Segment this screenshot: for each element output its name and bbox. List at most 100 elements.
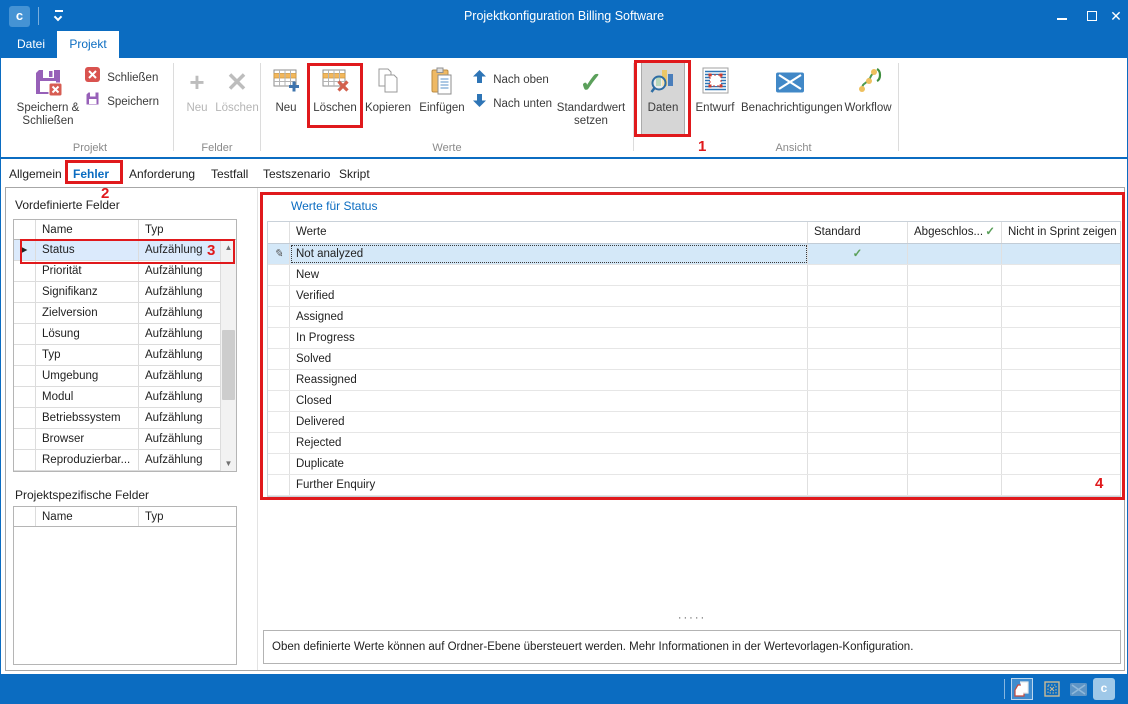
- value-row[interactable]: Reassigned: [268, 370, 1120, 391]
- tab-skript[interactable]: Skript: [339, 164, 370, 184]
- value-row[interactable]: Rejected: [268, 433, 1120, 454]
- kopieren-button[interactable]: Kopieren: [361, 63, 415, 115]
- column-header-standard[interactable]: Standard: [808, 222, 908, 243]
- table-add-icon: [267, 67, 305, 101]
- horizontal-splitter-handle[interactable]: ·····: [263, 612, 1121, 624]
- close-button[interactable]: ✕: [1103, 5, 1128, 27]
- statusbar-separator: [1004, 679, 1005, 699]
- group-label-werte: Werte: [263, 142, 631, 154]
- column-header-sprint[interactable]: Nicht in Sprint zeigen: [1002, 222, 1120, 243]
- column-header-werte[interactable]: Werte: [290, 222, 808, 243]
- felder-loeschen-button[interactable]: ✕ Löschen: [215, 63, 259, 115]
- daten-button[interactable]: Daten: [641, 62, 685, 135]
- table-delete-icon: [311, 67, 359, 101]
- tab-testfall[interactable]: Testfall: [211, 164, 248, 184]
- value-row[interactable]: New: [268, 265, 1120, 286]
- tab-testszenario[interactable]: Testszenario: [263, 164, 330, 184]
- group-separator: [633, 63, 634, 151]
- maximize-button[interactable]: [1079, 5, 1105, 27]
- document-tabs: Allgemein Fehler Anforderung Testfall Te…: [1, 159, 1127, 187]
- close-red-icon: [85, 67, 100, 89]
- values-note: Oben definierte Werte können auf Ordner-…: [263, 630, 1121, 664]
- app-logo-icon[interactable]: c: [1093, 678, 1115, 700]
- title-bar: c Projektkonfiguration Billing Software …: [1, 1, 1127, 31]
- standardwert-setzen-button[interactable]: ✓ Standardwert setzen: [553, 63, 629, 128]
- benachrichtigungen-button[interactable]: Benachrichtigungen: [741, 63, 839, 115]
- einfuegen-button[interactable]: Einfügen: [418, 63, 466, 115]
- tab-anforderung[interactable]: Anforderung: [129, 164, 195, 184]
- value-row[interactable]: Duplicate: [268, 454, 1120, 475]
- tab-allgemein[interactable]: Allgemein: [9, 164, 62, 184]
- copy-pages-icon[interactable]: [1011, 678, 1033, 700]
- form-view-icon[interactable]: [1041, 678, 1063, 700]
- tab-datei[interactable]: Datei: [9, 31, 53, 58]
- scroll-up-icon[interactable]: ▲: [221, 240, 236, 255]
- vertical-scrollbar[interactable]: ▲ ▼: [220, 240, 236, 471]
- group-separator: [898, 63, 899, 151]
- tab-projekt[interactable]: Projekt: [57, 31, 119, 58]
- value-row[interactable]: Solved: [268, 349, 1120, 370]
- scrollbar-thumb[interactable]: [222, 330, 235, 400]
- column-header-abgeschlossen[interactable]: Abgeschlos... ✓: [908, 222, 1002, 243]
- speichern-schliessen-button[interactable]: Speichern & Schließen: [13, 63, 83, 128]
- werte-neu-button[interactable]: Neu: [267, 63, 305, 115]
- project-specific-fields-title: Projektspezifische Felder: [15, 488, 149, 502]
- value-row[interactable]: Further Enquiry: [268, 475, 1120, 496]
- ribbon: Speichern & Schließen Schließen Speicher…: [1, 58, 1127, 157]
- speichern-button[interactable]: Speichern: [85, 91, 159, 111]
- schliessen-button[interactable]: Schließen: [85, 67, 158, 87]
- check-icon: ✓: [985, 222, 995, 243]
- table-header: Name Typ: [14, 220, 236, 240]
- values-table: Werte Standard Abgeschlos... ✓ Nicht in …: [267, 221, 1121, 497]
- column-header-typ[interactable]: Typ: [139, 507, 236, 526]
- value-row[interactable]: Verified: [268, 286, 1120, 307]
- arrow-up-icon: [473, 70, 486, 90]
- felder-neu-button[interactable]: + Neu: [179, 63, 215, 115]
- paste-icon: [418, 67, 466, 101]
- value-row[interactable]: Delivered: [268, 412, 1120, 433]
- scroll-down-icon[interactable]: ▼: [221, 456, 236, 471]
- entwurf-button[interactable]: Entwurf: [691, 63, 739, 115]
- column-header-name[interactable]: Name: [36, 220, 139, 239]
- predefined-fields-title: Vordefinierte Felder: [15, 198, 120, 212]
- values-for-status-title: Werte für Status: [291, 199, 377, 213]
- table-row[interactable]: ZielversionAufzählung: [14, 303, 236, 324]
- table-row[interactable]: PrioritätAufzählung: [14, 261, 236, 282]
- table-row[interactable]: UmgebungAufzählung: [14, 366, 236, 387]
- mail-icon[interactable]: [1067, 678, 1089, 700]
- value-row[interactable]: Assigned: [268, 307, 1120, 328]
- table-header: Name Typ: [14, 507, 236, 527]
- workflow-button[interactable]: Workflow: [841, 63, 895, 115]
- save-icon: [85, 91, 100, 113]
- table-row[interactable]: SignifikanzAufzählung: [14, 282, 236, 303]
- predefined-fields-table: Name Typ ▸ Status Aufzählung PrioritätAu…: [13, 219, 237, 472]
- project-specific-fields-table: Name Typ: [13, 506, 237, 665]
- cross-icon: ✕: [215, 67, 259, 101]
- group-label-ansicht: Ansicht: [691, 142, 896, 154]
- nach-unten-button[interactable]: Nach unten: [473, 94, 552, 114]
- nach-oben-button[interactable]: Nach oben: [473, 70, 549, 90]
- panel-splitter[interactable]: [257, 188, 258, 670]
- group-label-felder: Felder: [177, 142, 257, 154]
- arrow-down-icon: [473, 94, 486, 114]
- standard-check-icon: ✓: [808, 244, 908, 264]
- werte-loeschen-button[interactable]: Löschen: [311, 63, 359, 115]
- tab-fehler[interactable]: Fehler: [73, 164, 109, 184]
- table-row[interactable]: ModulAufzählung: [14, 387, 236, 408]
- column-header-name[interactable]: Name: [36, 507, 139, 526]
- value-row[interactable]: In Progress: [268, 328, 1120, 349]
- window-title: Projektkonfiguration Billing Software: [1, 9, 1127, 23]
- value-row[interactable]: Closed: [268, 391, 1120, 412]
- column-header-typ[interactable]: Typ: [139, 220, 236, 239]
- table-row[interactable]: TypAufzählung: [14, 345, 236, 366]
- app-window: c Projektkonfiguration Billing Software …: [0, 0, 1128, 704]
- minimize-button[interactable]: [1049, 5, 1075, 27]
- table-row[interactable]: Reproduzierbar...Aufzählung: [14, 450, 236, 471]
- table-row[interactable]: ▸ Status Aufzählung: [14, 240, 236, 261]
- table-row[interactable]: BetriebssystemAufzählung: [14, 408, 236, 429]
- table-row[interactable]: LösungAufzählung: [14, 324, 236, 345]
- edit-pencil-icon: ✎: [268, 244, 290, 264]
- table-row[interactable]: BrowserAufzählung: [14, 429, 236, 450]
- value-row[interactable]: ✎ Not analyzed ✓: [268, 244, 1120, 265]
- plus-icon: +: [179, 67, 215, 101]
